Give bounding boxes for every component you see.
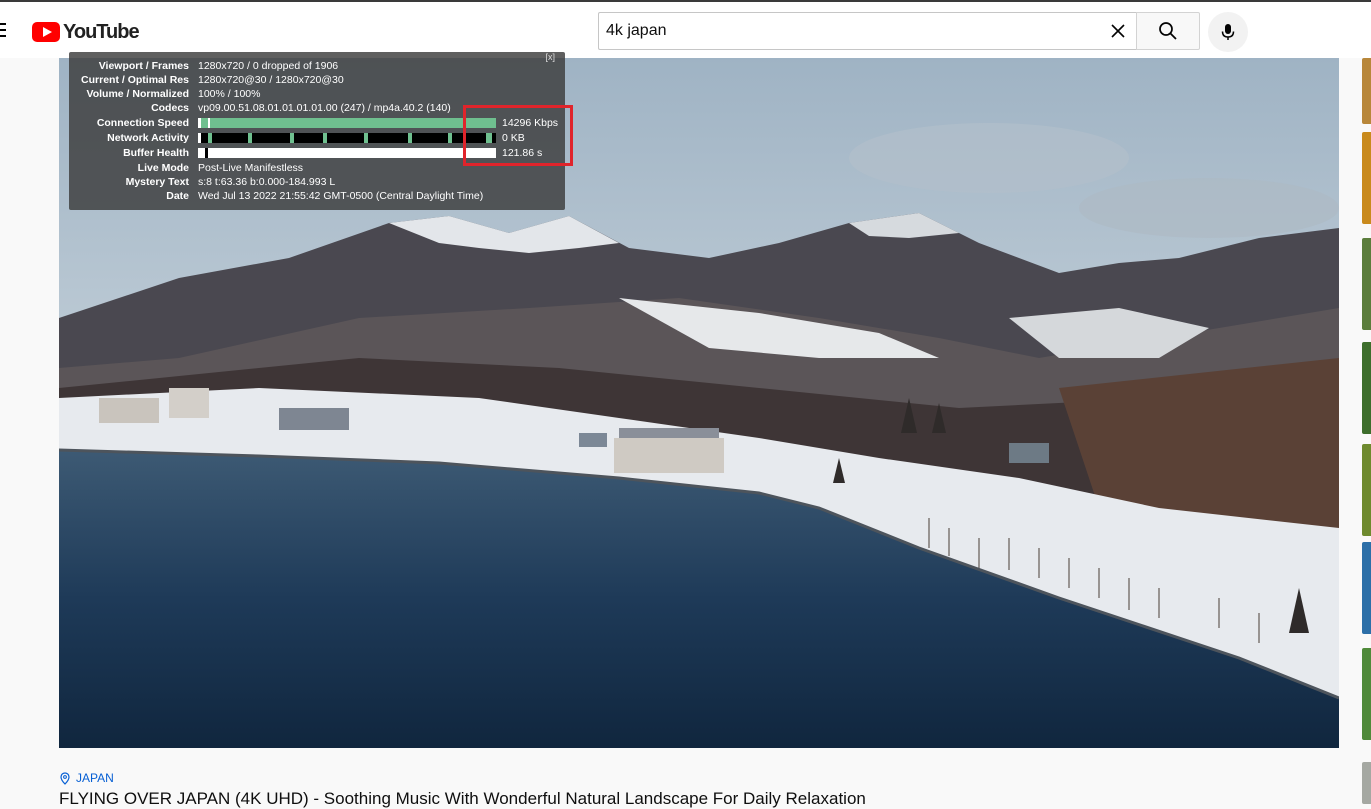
related-thumbnail[interactable] (1362, 342, 1371, 434)
stats-value: 1280x720 / 0 dropped of 1906 (198, 60, 339, 72)
stats-row: Mystery Text s:8 t:63.36 b:0.000-184.993… (69, 175, 565, 189)
stats-row: Date Wed Jul 13 2022 21:55:42 GMT-0500 (… (69, 189, 565, 203)
stats-label: Network Activity (107, 132, 189, 144)
location-tag[interactable]: JAPAN (60, 770, 114, 786)
search-input[interactable] (599, 13, 1096, 49)
stats-value: 1280x720@30 / 1280x720@30 (198, 74, 344, 86)
related-thumbnail[interactable] (1362, 444, 1371, 536)
stats-label: Current / Optimal Res (81, 74, 189, 86)
youtube-logo[interactable]: YouTube (32, 20, 140, 44)
related-thumbnail[interactable] (1362, 542, 1371, 634)
related-thumbnail[interactable] (1362, 648, 1371, 740)
clear-search-button[interactable] (1108, 21, 1128, 41)
search-icon (1159, 22, 1177, 40)
stats-value: vp09.00.51.08.01.01.01.01.00 (247) / mp4… (198, 102, 451, 114)
video-title: FLYING OVER JAPAN (4K UHD) - Soothing Mu… (59, 789, 866, 808)
stats-label: Viewport / Frames (98, 60, 189, 72)
stats-value: Wed Jul 13 2022 21:55:42 GMT-0500 (Centr… (198, 190, 484, 202)
buffer-health-graph (198, 148, 496, 158)
menu-icon[interactable] (0, 23, 6, 37)
stats-label: Connection Speed (96, 117, 189, 129)
stats-label: Live Mode (137, 162, 189, 174)
stats-label: Volume / Normalized (86, 88, 190, 100)
stats-value: s:8 t:63.36 b:0.000-184.993 L (198, 176, 336, 188)
voice-search-button[interactable] (1208, 12, 1248, 52)
search-box (598, 12, 1136, 50)
mic-icon (1221, 24, 1235, 40)
clear-icon (1111, 24, 1125, 38)
stats-label: Codecs (151, 102, 189, 114)
location-tag-label: JAPAN (76, 771, 114, 785)
related-thumbnail[interactable] (1362, 238, 1371, 330)
stats-label: Buffer Health (123, 147, 189, 159)
related-videos-thumbnails (1362, 58, 1371, 804)
connection-speed-graph (198, 118, 496, 128)
logo-text: YouTube (63, 20, 140, 43)
related-thumbnail[interactable] (1362, 58, 1371, 124)
location-pin-icon (60, 771, 70, 785)
masthead: YouTube (0, 2, 1371, 58)
related-thumbnail[interactable] (1362, 132, 1371, 224)
stats-row: Viewport / Frames 1280x720 / 0 dropped o… (69, 59, 565, 73)
highlight-annotation-box (463, 105, 573, 166)
search-button[interactable] (1136, 12, 1200, 50)
stats-row: Volume / Normalized 100% / 100% (69, 87, 565, 101)
stats-value: Post-Live Manifestless (198, 162, 304, 174)
stats-value: 100% / 100% (198, 88, 261, 100)
related-thumbnail[interactable] (1362, 762, 1371, 804)
stats-label: Mystery Text (125, 176, 189, 188)
stats-row: Current / Optimal Res 1280x720@30 / 1280… (69, 73, 565, 87)
network-activity-graph (198, 133, 496, 143)
stats-label: Date (166, 190, 189, 202)
youtube-logo-icon (32, 22, 60, 42)
